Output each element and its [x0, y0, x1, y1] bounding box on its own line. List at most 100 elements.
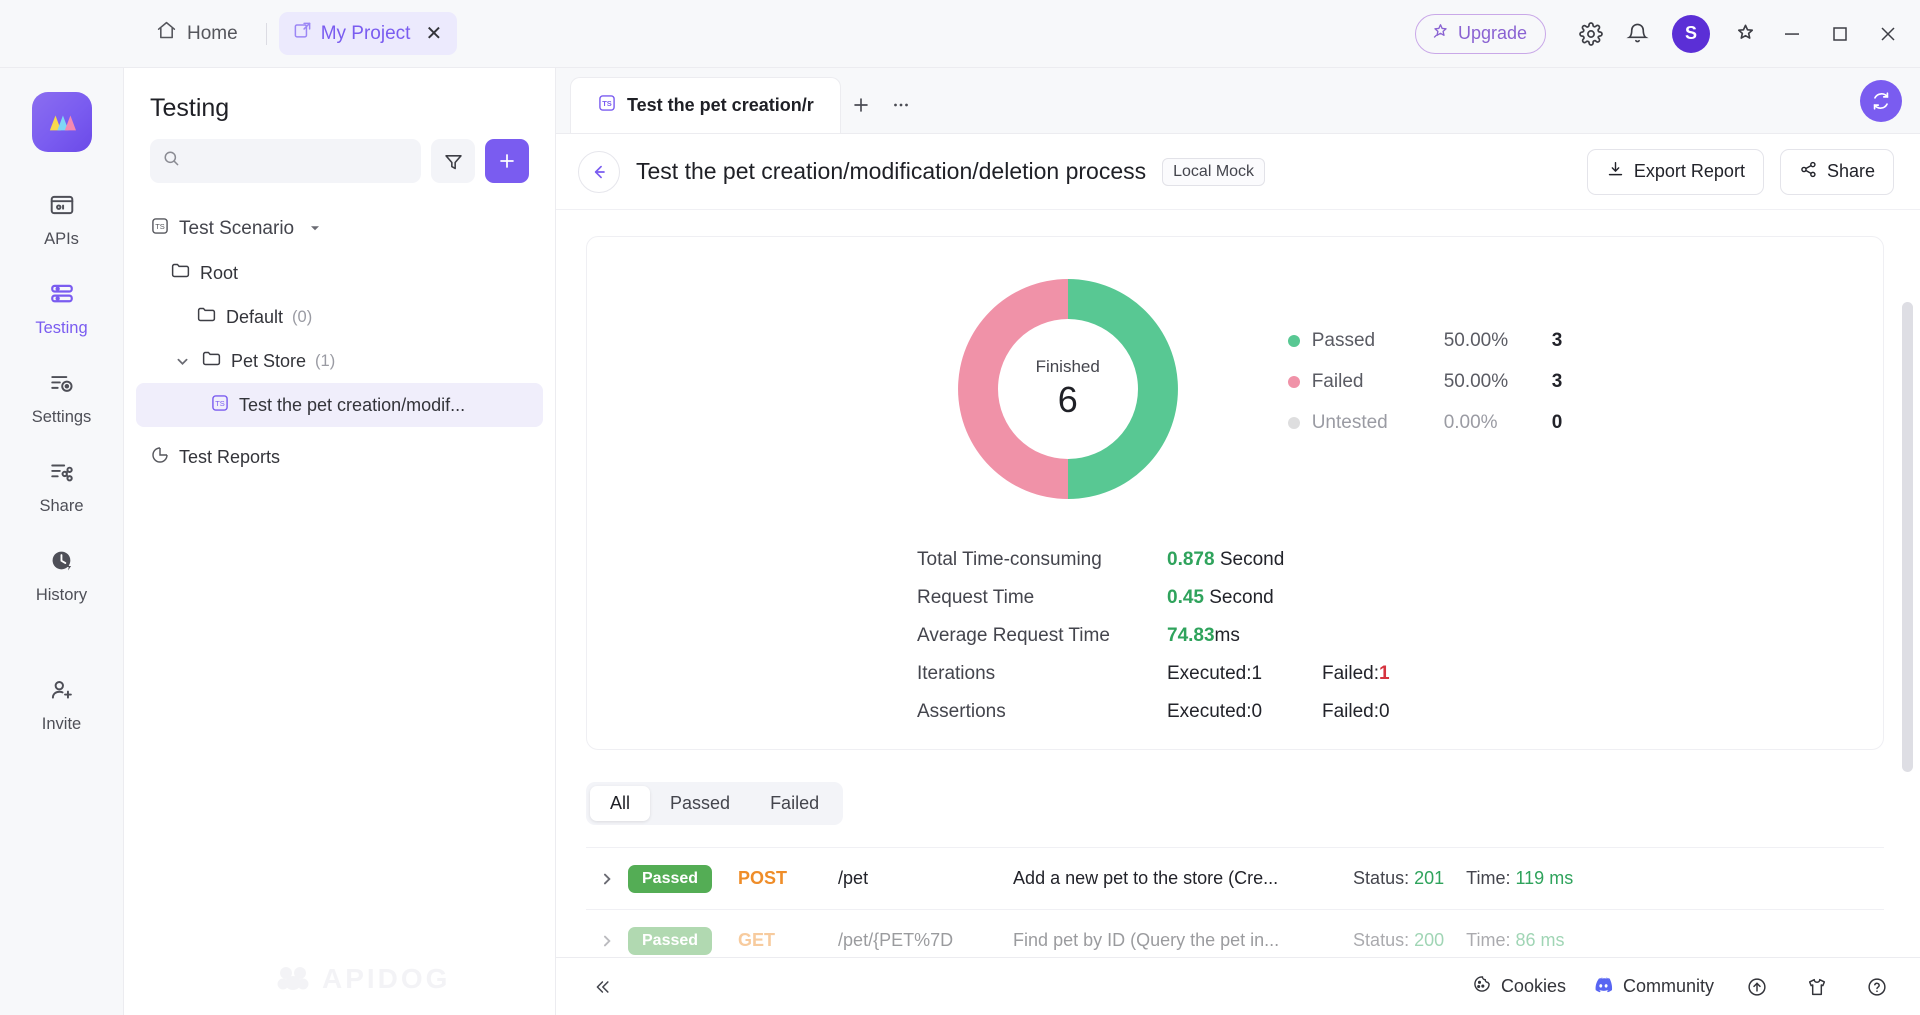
tree-node-test-case-selected[interactable]: TS Test the pet creation/modif...: [136, 383, 543, 427]
upload-arrow-icon[interactable]: [1740, 970, 1774, 1004]
svg-text:TS: TS: [155, 222, 165, 231]
home-label: Home: [187, 22, 238, 44]
maximize-button[interactable]: [1816, 11, 1864, 57]
tree-node-test-reports[interactable]: Test Reports: [136, 435, 543, 479]
cookies-button[interactable]: Cookies: [1472, 974, 1566, 999]
project-tab[interactable]: My Project ✕: [278, 12, 458, 55]
tab-failed[interactable]: Failed: [750, 786, 839, 821]
stat-row-total-time: Total Time-consuming 0.878 Second: [917, 549, 1883, 571]
svg-text:TS: TS: [215, 399, 225, 408]
sidebar-item-testing[interactable]: Testing: [14, 271, 110, 346]
shirt-icon[interactable]: [1800, 970, 1834, 1004]
stat-value: 0.45 Second: [1167, 587, 1274, 609]
status-code-cell: Status: 200: [1353, 930, 1444, 951]
cookie-icon: [1472, 974, 1492, 999]
community-button[interactable]: Community: [1592, 973, 1714, 1000]
sidebar-item-label: History: [35, 586, 88, 604]
status-code-cell: Status: 201: [1353, 868, 1444, 889]
tree-node-default[interactable]: Default (0): [136, 295, 543, 339]
tree-node-pet-store[interactable]: Pet Store (1): [136, 339, 543, 383]
tab-passed[interactable]: Passed: [650, 786, 750, 821]
minimize-button[interactable]: [1768, 11, 1816, 57]
export-report-button[interactable]: Export Report: [1586, 148, 1764, 195]
tree-node-root[interactable]: Root: [136, 251, 543, 295]
summary-chart-row: Finished 6 Passed 50.00% 3 Failed 50.00%…: [587, 259, 1883, 519]
folder-icon: [170, 260, 191, 286]
close-icon[interactable]: ✕: [425, 24, 442, 44]
tab-more-button[interactable]: [881, 77, 921, 133]
home-button[interactable]: Home: [140, 12, 254, 55]
back-button[interactable]: [578, 150, 620, 193]
sidebar-item-invite[interactable]: Invite: [14, 667, 110, 742]
legend-row-passed: Passed 50.00% 3: [1287, 330, 1562, 352]
left-rail: APIs Testing Settings Share History Invi…: [0, 68, 124, 1015]
file-tab[interactable]: TS Test the pet creation/r: [570, 77, 841, 133]
refresh-button[interactable]: [1860, 80, 1902, 122]
title-bar: Home My Project ✕ Upgrade S: [0, 0, 1920, 68]
stat-row-average-request-time: Average Request Time 74.83ms: [917, 625, 1883, 647]
search-box[interactable]: [150, 139, 421, 183]
sidebar-item-settings[interactable]: Settings: [14, 360, 110, 435]
donut-center-label: Finished: [1035, 357, 1100, 376]
sidebar-item-history[interactable]: History: [14, 538, 110, 613]
endpoint-name: Add a new pet to the store (Cre...: [1013, 868, 1279, 888]
test-scenario-icon: TS: [150, 216, 170, 242]
testing-icon: [49, 281, 75, 312]
pin-icon[interactable]: [1722, 11, 1768, 57]
add-button[interactable]: [485, 139, 529, 183]
chevron-down-icon[interactable]: [309, 218, 321, 240]
discord-icon: [1592, 973, 1614, 1000]
stat-failed-label: Failed:: [1322, 701, 1380, 722]
status-code-value: 201: [1414, 868, 1445, 888]
apidog-logo-icon: [277, 967, 309, 990]
vertical-scrollbar[interactable]: [1902, 302, 1913, 772]
legend-dot-failed: [1287, 376, 1300, 388]
share-nodes-icon: [1799, 160, 1818, 184]
filter-button[interactable]: [431, 139, 475, 183]
upgrade-button[interactable]: Upgrade: [1414, 13, 1546, 54]
summary-card: Finished 6 Passed 50.00% 3 Failed 50.00%…: [586, 236, 1884, 750]
chevron-down-icon[interactable]: [172, 355, 192, 368]
tree-node-test-scenario[interactable]: TS Test Scenario: [136, 207, 543, 251]
time-label: Time:: [1466, 868, 1511, 888]
sidebar-item-apis[interactable]: APIs: [14, 182, 110, 257]
legend-row-untested: Untested 0.00% 0: [1287, 412, 1563, 434]
endpoint-name: Find pet by ID (Query the pet in...: [1013, 930, 1280, 950]
main-panel: TS Test the pet creation/r Test the pet …: [556, 68, 1920, 1015]
apis-icon: [49, 192, 75, 223]
stat-label: Iterations: [917, 663, 996, 684]
status-bar-actions: Cookies Community: [1472, 970, 1894, 1004]
legend-label: Failed: [1311, 371, 1364, 392]
chevron-right-icon[interactable]: [586, 872, 628, 886]
table-row[interactable]: Passed POST /pet Add a new pet to the st…: [586, 848, 1884, 910]
stat-failed: Failed:1: [1322, 663, 1390, 685]
time-cell: Time: 86 ms: [1466, 930, 1564, 951]
close-window-button[interactable]: [1864, 11, 1912, 57]
testing-tree-panel: Testing TS Test Scenario Root Default (0…: [124, 68, 556, 1015]
tab-all[interactable]: All: [590, 786, 651, 821]
avatar[interactable]: S: [1672, 14, 1710, 53]
time-cell: Time: 119 ms: [1466, 868, 1573, 889]
settings-icon: [49, 370, 75, 401]
search-input[interactable]: [190, 151, 409, 171]
help-icon[interactable]: [1860, 970, 1894, 1004]
stat-label: Request Time: [917, 587, 1035, 608]
title-divider: [265, 22, 267, 45]
stat-failed-label: Failed:: [1322, 663, 1380, 684]
legend-count: 0: [1551, 412, 1563, 433]
collapse-panel-button[interactable]: [582, 968, 622, 1006]
report-actions: Export Report Share: [1586, 148, 1894, 195]
new-tab-button[interactable]: [841, 77, 881, 133]
chevron-right-icon[interactable]: [586, 934, 628, 948]
test-scenario-icon: TS: [597, 93, 617, 118]
results-list: Passed POST /pet Add a new pet to the st…: [586, 847, 1884, 967]
settings-gear-button[interactable]: [1568, 11, 1614, 57]
sidebar-item-share[interactable]: Share: [14, 449, 110, 524]
status-code-label: Status:: [1353, 868, 1410, 888]
stats-table: Total Time-consuming 0.878 Second Reques…: [917, 549, 1883, 723]
notifications-bell-button[interactable]: [1614, 11, 1660, 57]
donut-chart: Finished 6: [938, 259, 1198, 519]
legend-percent: 50.00%: [1443, 330, 1509, 351]
sidebar-item-label: APIs: [44, 230, 79, 248]
share-button[interactable]: Share: [1779, 148, 1894, 195]
